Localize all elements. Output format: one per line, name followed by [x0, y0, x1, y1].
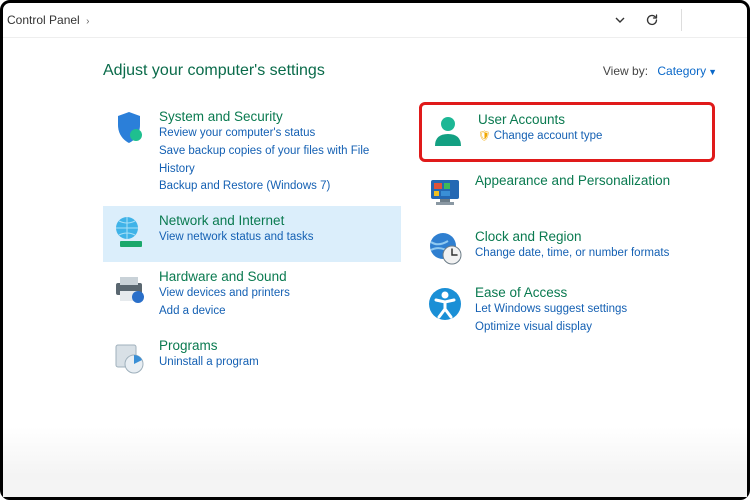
category-appearance[interactable]: Appearance and Personalization	[419, 166, 717, 222]
viewby-control[interactable]: View by: Category▼	[603, 64, 717, 78]
category-columns: System and Security Review your computer…	[103, 102, 717, 387]
category-link[interactable]: Backup and Restore (Windows 7)	[159, 178, 395, 196]
shield-icon	[109, 108, 149, 148]
category-link[interactable]: Review your computer's status	[159, 125, 395, 143]
breadcrumb-item[interactable]: Control Panel	[7, 13, 80, 27]
category-body: User Accounts 🛡Change account type	[478, 111, 602, 146]
clock-globe-icon	[425, 228, 465, 268]
category-link[interactable]: Optimize visual display	[475, 319, 627, 337]
programs-icon	[109, 337, 149, 377]
category-link[interactable]: Add a device	[159, 303, 290, 321]
monitor-icon	[425, 172, 465, 212]
breadcrumb[interactable]: Control Panel ›	[7, 13, 611, 27]
toolbar-right	[611, 9, 747, 31]
category-body: Hardware and Sound View devices and prin…	[159, 268, 290, 321]
category-title[interactable]: User Accounts	[478, 112, 602, 127]
category-body: Programs Uninstall a program	[159, 337, 259, 372]
page-title: Adjust your computer's settings	[103, 62, 325, 80]
category-title[interactable]: Network and Internet	[159, 213, 313, 228]
category-network-internet[interactable]: Network and Internet View network status…	[103, 206, 401, 262]
viewby-label: View by:	[603, 64, 648, 78]
category-title[interactable]: Programs	[159, 338, 259, 353]
category-system-security[interactable]: System and Security Review your computer…	[103, 102, 401, 206]
category-link[interactable]: View devices and printers	[159, 285, 290, 303]
chevron-right-icon: ›	[86, 16, 89, 27]
category-body: System and Security Review your computer…	[159, 108, 395, 196]
category-link[interactable]: Change date, time, or number formats	[475, 245, 669, 263]
caret-down-icon: ▼	[708, 67, 717, 77]
category-link[interactable]: Let Windows suggest settings	[475, 301, 627, 319]
category-user-accounts[interactable]: User Accounts 🛡Change account type	[428, 109, 706, 153]
uac-shield-icon: 🛡	[478, 129, 491, 145]
left-column: System and Security Review your computer…	[103, 102, 401, 387]
category-title[interactable]: Ease of Access	[475, 285, 627, 300]
category-link[interactable]: View network status and tasks	[159, 229, 313, 247]
category-body: Appearance and Personalization	[475, 172, 670, 189]
globe-icon	[109, 212, 149, 252]
refresh-button[interactable]	[643, 11, 661, 29]
search-input[interactable]	[681, 9, 729, 31]
category-title[interactable]: Clock and Region	[475, 229, 669, 244]
bottom-fade	[3, 427, 747, 497]
category-link[interactable]: Uninstall a program	[159, 354, 259, 372]
category-clock-region[interactable]: Clock and Region Change date, time, or n…	[419, 222, 717, 278]
highlight-annotation: User Accounts 🛡Change account type	[419, 102, 715, 162]
category-programs[interactable]: Programs Uninstall a program	[103, 331, 401, 387]
main-content: Adjust your computer's settings View by:…	[3, 38, 747, 387]
category-ease-of-access[interactable]: Ease of Access Let Windows suggest setti…	[419, 278, 717, 347]
category-hardware-sound[interactable]: Hardware and Sound View devices and prin…	[103, 262, 401, 331]
category-link[interactable]: Save backup copies of your files with Fi…	[159, 143, 395, 179]
category-body: Network and Internet View network status…	[159, 212, 313, 247]
address-toolbar: Control Panel ›	[3, 3, 747, 38]
header-row: Adjust your computer's settings View by:…	[103, 62, 717, 80]
right-column: User Accounts 🛡Change account type Appea…	[419, 102, 717, 387]
history-dropdown-button[interactable]	[611, 11, 629, 29]
viewby-value[interactable]: Category	[657, 64, 706, 78]
category-body: Clock and Region Change date, time, or n…	[475, 228, 669, 263]
printer-icon	[109, 268, 149, 308]
category-link[interactable]: 🛡Change account type	[478, 128, 602, 146]
category-body: Ease of Access Let Windows suggest setti…	[475, 284, 627, 337]
category-title[interactable]: System and Security	[159, 109, 395, 124]
category-title[interactable]: Hardware and Sound	[159, 269, 290, 284]
category-title[interactable]: Appearance and Personalization	[475, 173, 670, 188]
user-icon	[428, 111, 468, 151]
accessibility-icon	[425, 284, 465, 324]
